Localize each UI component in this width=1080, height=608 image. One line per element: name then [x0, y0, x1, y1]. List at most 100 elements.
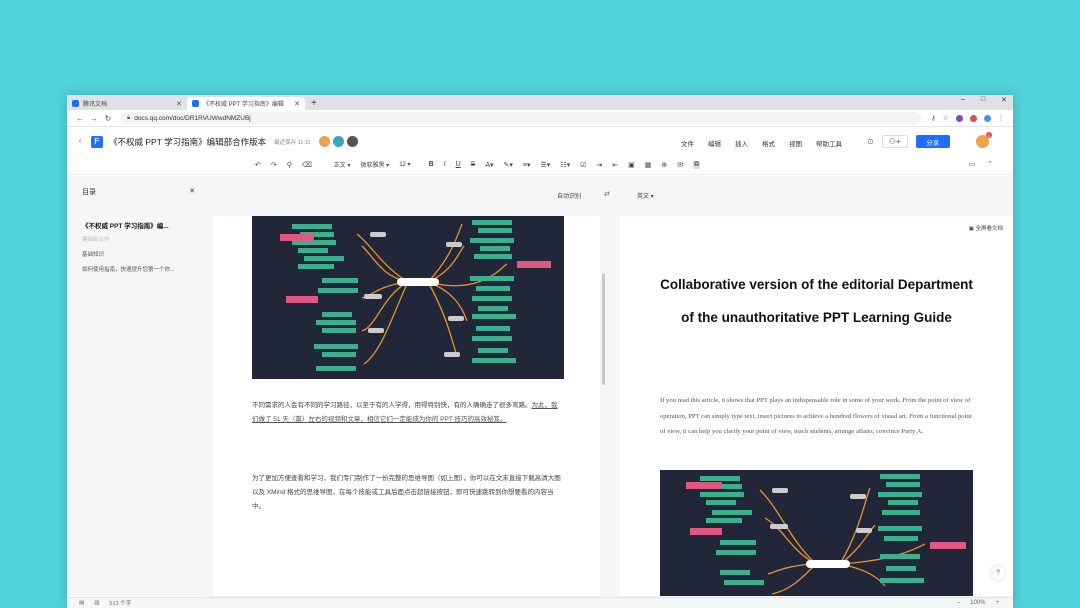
target-language-select[interactable]: 英文 ▾ [637, 191, 654, 200]
collapse-icon[interactable]: ⌃ [987, 160, 993, 168]
tab-label: 腾讯文档 [83, 102, 108, 108]
share-button[interactable]: 分享 [915, 135, 950, 148]
italic-icon[interactable]: I [444, 161, 446, 168]
size-value: 12 [399, 162, 406, 168]
highlight-icon[interactable]: ✎▾ [504, 161, 513, 169]
undo-icon[interactable]: ↶ [255, 161, 261, 169]
back-arrow-icon[interactable]: ← [73, 114, 87, 123]
target-language-value: 英文 [637, 194, 650, 200]
saved-status: 最近保存 11:11 [274, 139, 311, 146]
add-collaborator-button[interactable]: ⚇+ [881, 135, 908, 148]
zoom-level[interactable]: 100% [970, 600, 985, 606]
checklist-icon[interactable]: ☑ [580, 161, 586, 169]
image-icon[interactable]: ▣ [628, 161, 635, 169]
tencent-docs-favicon-icon [72, 100, 79, 107]
avatar[interactable] [332, 136, 344, 147]
redo-icon[interactable]: ↷ [271, 161, 277, 169]
lock-icon: 🔒︎ [127, 114, 131, 121]
forward-arrow-icon[interactable]: → [87, 114, 101, 123]
new-tab-plus-icon[interactable]: + [311, 97, 317, 110]
outline-item-subtitle[interactable]: 编辑部合作 [82, 235, 195, 243]
close-icon[interactable]: ✕ [189, 187, 195, 197]
chevron-left-icon[interactable]: ‹ [73, 138, 87, 145]
menu-format[interactable]: 格式 [762, 138, 775, 148]
font-family-select[interactable]: 微软雅黑 ▾ [361, 160, 390, 169]
doc-header: ‹ ᖴ 《不权威 PPT 学习指南》编辑部合作版本 最近保存 11:11 文件 … [67, 128, 1013, 155]
bullet-list-icon[interactable]: ☰▾ [541, 161, 551, 169]
tencent-docs-logo-icon[interactable]: ᖴ [91, 135, 103, 148]
strikethrough-icon[interactable]: S [471, 161, 476, 168]
browser-tab-active[interactable]: 《不权威 PPT 学习指南》编辑 ✕ [187, 97, 305, 110]
zoom-out-button[interactable]: – [957, 600, 960, 606]
close-icon[interactable]: ✕ [176, 100, 182, 108]
translated-document-page[interactable]: ▣ 全屏看文档 Collaborative version of the edi… [620, 216, 1013, 596]
format-painter-icon[interactable]: ⚲ [287, 161, 292, 169]
outdent-icon[interactable]: ⇤ [612, 161, 618, 169]
more-insert-icon[interactable]: ⊕ [661, 161, 667, 169]
notification-badge: 1 [985, 132, 992, 138]
numbered-list-icon[interactable]: ☷▾ [560, 161, 570, 169]
minimize-icon[interactable]: – [961, 96, 965, 104]
scrollbar[interactable] [602, 273, 605, 385]
close-icon[interactable]: ✕ [294, 100, 300, 108]
comment-icon[interactable]: ▭ [969, 160, 976, 168]
close-window-icon[interactable]: ✕ [1001, 96, 1007, 104]
reload-icon[interactable]: ↻ [101, 114, 115, 123]
user-avatar[interactable]: 1 [975, 132, 992, 148]
underline-icon[interactable]: U [456, 161, 461, 168]
extension-icons: ⚷ ☆ ⋮ [931, 114, 1004, 122]
fullscreen-document-button[interactable]: ▣ 全屏看文档 [969, 224, 1003, 232]
paragraph[interactable]: 为了更加方便查看和学习，我们专门制作了一份完整的思维导图（如上图），你可以在文末… [252, 472, 562, 514]
doc-menu-bar: 文件 编辑 插入 格式 视图 帮助工具 [681, 138, 842, 148]
outline-toggle-icon[interactable]: ▤ [79, 600, 84, 606]
font-size-select[interactable]: 12 ▾ [399, 161, 410, 168]
word-count: 513 个字 [109, 601, 132, 607]
table-icon[interactable]: ▦ [645, 161, 652, 169]
key-icon[interactable]: ⚷ [931, 114, 936, 122]
outline-item-title[interactable]: 《不权威 PPT 学习指南》编... [82, 220, 195, 230]
menu-help-tools[interactable]: 帮助工具 [816, 138, 842, 148]
mindmap-image[interactable] [660, 470, 973, 596]
outline-sidebar: 目录 ✕ 《不权威 PPT 学习指南》编... 编辑部合作 基础知识 如何使用指… [67, 176, 203, 596]
tab-strip: 腾讯文档 ✕ 《不权威 PPT 学习指南》编辑 ✕ + – □ ✕ [67, 95, 1013, 110]
maximize-icon[interactable]: □ [981, 96, 985, 104]
outline-item[interactable]: 如何使用指南，快速提升您第一个你... [82, 265, 195, 273]
zoom-in-button[interactable]: + [995, 600, 999, 606]
extension-icon[interactable] [983, 114, 991, 122]
extension-icon[interactable] [955, 114, 963, 122]
menu-insert[interactable]: 插入 [735, 138, 748, 148]
window-controls: – □ ✕ [961, 96, 1007, 104]
font-color-icon[interactable]: A▾ [485, 161, 493, 169]
page-view-icon[interactable]: ▥ [94, 600, 99, 606]
bold-icon[interactable]: B [429, 161, 434, 168]
star-icon[interactable]: ☆ [943, 114, 949, 122]
comment-toolbar-icon[interactable]: ✉ [677, 161, 683, 169]
menu-edit[interactable]: 编辑 [708, 138, 721, 148]
indent-icon[interactable]: ⇥ [596, 161, 602, 169]
align-icon[interactable]: ≡▾ [523, 161, 531, 169]
source-language-select[interactable]: 自动识别 [557, 191, 581, 200]
help-button[interactable]: ? [991, 566, 1005, 580]
menu-dots-icon[interactable]: ⋮ [998, 114, 1005, 122]
address-bar: ← → ↻ 🔒︎ docs.qq.com/doc/DR1RVUWwdNMZUBj… [67, 110, 1013, 127]
menu-view[interactable]: 视图 [789, 138, 802, 148]
outline-item[interactable]: 基础知识 [82, 250, 195, 258]
browser-tab-docs[interactable]: 腾讯文档 ✕ [67, 97, 187, 110]
avatar[interactable] [318, 136, 330, 147]
doc-title[interactable]: 《不权威 PPT 学习指南》编辑部合作版本 [109, 136, 266, 148]
url-input[interactable]: 🔒︎ docs.qq.com/doc/DR1RVUWwdNMZUBj [121, 112, 921, 124]
translate-icon[interactable]: ⧉ [693, 160, 701, 169]
paragraph-text: 不同需求的人会有不同的学习路径，以至于有的人学得，用得特别快，有的人确确走了很多… [252, 402, 532, 409]
extension-icon[interactable] [969, 114, 977, 122]
clear-format-icon[interactable]: ⌫ [302, 161, 312, 169]
history-icon[interactable]: ⊙ [867, 137, 874, 146]
swap-languages-icon[interactable]: ⇄ [604, 190, 610, 198]
paragraph-style-select[interactable]: 正文 ▾ [334, 160, 351, 169]
mindmap-image[interactable] [252, 216, 564, 379]
source-document-page[interactable]: 不同需求的人会有不同的学习路径，以至于有的人学得，用得特别快，有的人确确走了很多… [214, 216, 600, 596]
header-actions: ⊙ ⚇+ 分享 1 [867, 132, 992, 148]
paragraph[interactable]: 不同需求的人会有不同的学习路径，以至于有的人学得，用得特别快，有的人确确走了很多… [252, 399, 562, 427]
tencent-docs-favicon-icon [192, 100, 199, 107]
avatar[interactable] [346, 136, 358, 147]
menu-file[interactable]: 文件 [681, 138, 694, 148]
